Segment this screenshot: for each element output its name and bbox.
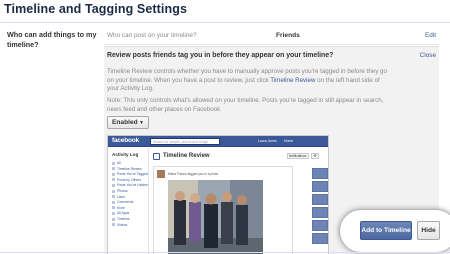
tagged-story: Maria Franco tagged you in a photo. [153,166,293,254]
magnified-callout: Add to Timeline Hide [339,209,450,253]
timeline-review-content: Timeline Review Notifications ⚙ Maria Fr… [148,148,328,254]
setting-row-who-can-post: Who can post on your timeline? Friends E… [104,26,439,45]
setting-value: Friends [276,32,300,39]
facebook-logo: facebook [112,137,139,144]
timeline-review-link[interactable]: Timeline Review [270,77,315,84]
setting-question: Who can post on your timeline? [107,32,197,39]
timeline-review-select[interactable]: Enabled ▼ [107,116,149,129]
preview-user-name: Laura Jones [258,139,277,143]
hide-button: Hide [417,221,440,240]
select-value: Enabled [112,119,138,126]
panel-description: Timeline Review controls whether you hav… [107,68,392,94]
timeline-review-preview: facebook Search for people, places and t… [107,135,329,254]
activity-log-list: All Timeline Review Posts You're Tagged … [112,161,148,228]
facebook-header-bar: facebook Search for people, places and t… [108,136,328,147]
close-link[interactable]: Close [420,52,436,59]
caret-down-icon: ▼ [139,120,144,126]
preview-search-field: Search for people, places and things [150,138,220,145]
panel-heading: Review posts friends tag you in before t… [107,52,334,59]
year-marker [312,194,328,205]
nav-item: Posts You're Tagged In [112,172,148,178]
avatar [157,170,165,178]
title-divider [0,22,450,23]
activity-log-title: Activity Log [112,152,139,157]
activity-log-nav: Activity Log All Timeline Review Posts Y… [108,148,148,254]
timeline-review-panel: Review posts friends tag you in before t… [104,46,450,254]
nav-item: Videos [112,223,148,229]
timeline-review-title: Timeline Review [163,153,210,159]
notifications-button: Notifications [287,153,309,159]
year-marker [312,220,328,231]
tagged-photo [168,180,263,254]
year-marker [312,207,328,218]
year-marker [312,168,328,179]
year-marker [312,181,328,192]
bottom-divider [0,252,450,253]
section-label: Who can add things to my timeline? [7,30,97,49]
preview-home-link: Home [284,139,294,143]
timeline-review-icon [153,153,160,160]
year-marker [312,233,328,244]
gear-icon: ⚙ [311,153,319,159]
edit-link[interactable]: Edit [425,32,436,39]
timeline-years [312,166,328,254]
tagged-photo-image [168,180,263,254]
panel-note: Note: This only controls what's allowed … [107,97,384,113]
add-to-timeline-button: Add to Timeline [360,221,412,240]
story-text: Maria Franco tagged you in a photo. [168,172,220,176]
page-title: Timeline and Tagging Settings [4,2,188,16]
